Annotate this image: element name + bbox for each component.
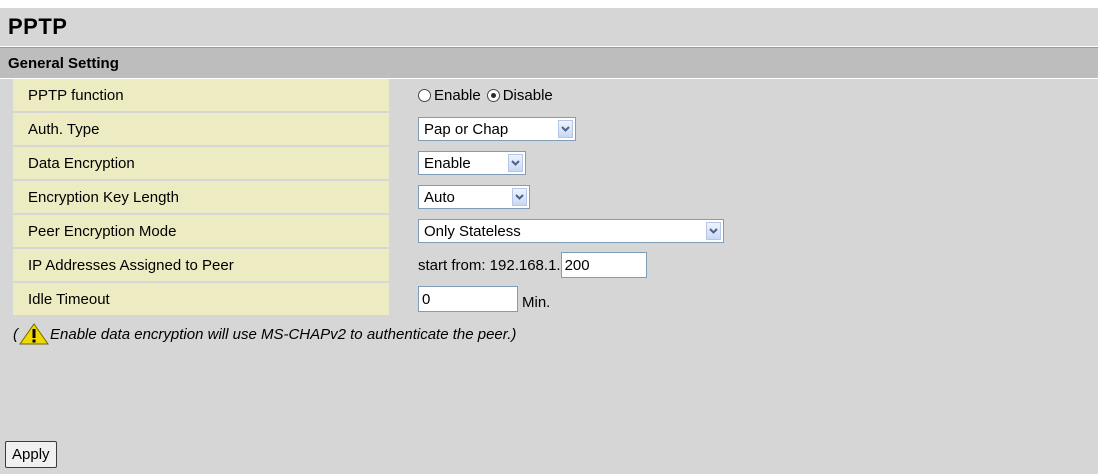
idle-timeout-label: Idle Timeout [13,283,389,315]
peer-mode-label: Peer Encryption Mode [13,215,389,247]
note-text: Enable data encryption will use MS-CHAPv… [50,325,517,343]
row-ip-assigned: IP Addresses Assigned to Peer start from… [0,249,1098,283]
auth-type-value: Pap or Chap [391,113,1088,145]
row-key-length: Encryption Key Length Auto [0,181,1098,215]
key-length-select[interactable]: Auto [418,185,530,209]
key-length-selected: Auto [424,188,455,206]
data-encryption-selected: Enable [424,154,471,172]
key-length-value: Auto [391,181,1088,213]
section-header: General Setting [0,47,1098,79]
chevron-down-icon[interactable] [558,120,573,138]
chevron-down-icon[interactable] [512,188,527,206]
warning-icon [19,323,49,345]
radio-selected-dot [490,92,496,98]
row-data-encryption: Data Encryption Enable [0,147,1098,181]
apply-button[interactable]: Apply [5,441,57,468]
disable-radio-label[interactable]: Disable [503,87,553,104]
enable-radio-label[interactable]: Enable [434,87,481,104]
idle-timeout-value: 0 Min. [391,283,1088,315]
row-auth-type: Auth. Type Pap or Chap [0,113,1098,147]
chevron-down-icon[interactable] [508,154,523,172]
page-title: PPTP [0,8,1098,47]
ip-assigned-label: IP Addresses Assigned to Peer [13,249,389,281]
auth-type-selected: Pap or Chap [424,120,509,138]
row-peer-mode: Peer Encryption Mode Only Stateless [0,215,1098,249]
note-open-paren: ( [13,325,18,343]
ip-assigned-value: start from: 192.168.1. 200 [391,249,1088,281]
row-idle-timeout: Idle Timeout 0 Min. [0,283,1098,317]
data-encryption-value: Enable [391,147,1088,179]
pptp-function-value: Enable Disable [391,79,1088,111]
ip-start-input[interactable]: 200 [560,252,647,278]
data-encryption-select[interactable]: Enable [418,151,526,175]
auth-type-select[interactable]: Pap or Chap [418,117,576,141]
chevron-down-icon[interactable] [706,222,721,240]
ip-prefix-text: start from: 192.168.1. [418,256,561,274]
auth-type-label: Auth. Type [13,113,389,145]
enable-radio[interactable] [418,88,431,102]
encryption-note: ( Enable data encryption will use MS-CHA… [0,317,1098,351]
key-length-label: Encryption Key Length [13,181,389,213]
pptp-panel: PPTP General Setting PPTP function Enabl… [0,8,1098,474]
idle-timeout-unit: Min. [522,293,551,311]
pptp-function-label: PPTP function [13,79,389,111]
peer-mode-value: Only Stateless [391,215,1088,247]
peer-mode-select[interactable]: Only Stateless [418,219,724,243]
data-encryption-label: Data Encryption [13,147,389,179]
idle-timeout-input[interactable]: 0 [418,286,518,312]
peer-mode-selected: Only Stateless [424,222,521,240]
disable-radio[interactable] [486,88,500,102]
row-pptp-function: PPTP function Enable Disable [0,79,1098,113]
